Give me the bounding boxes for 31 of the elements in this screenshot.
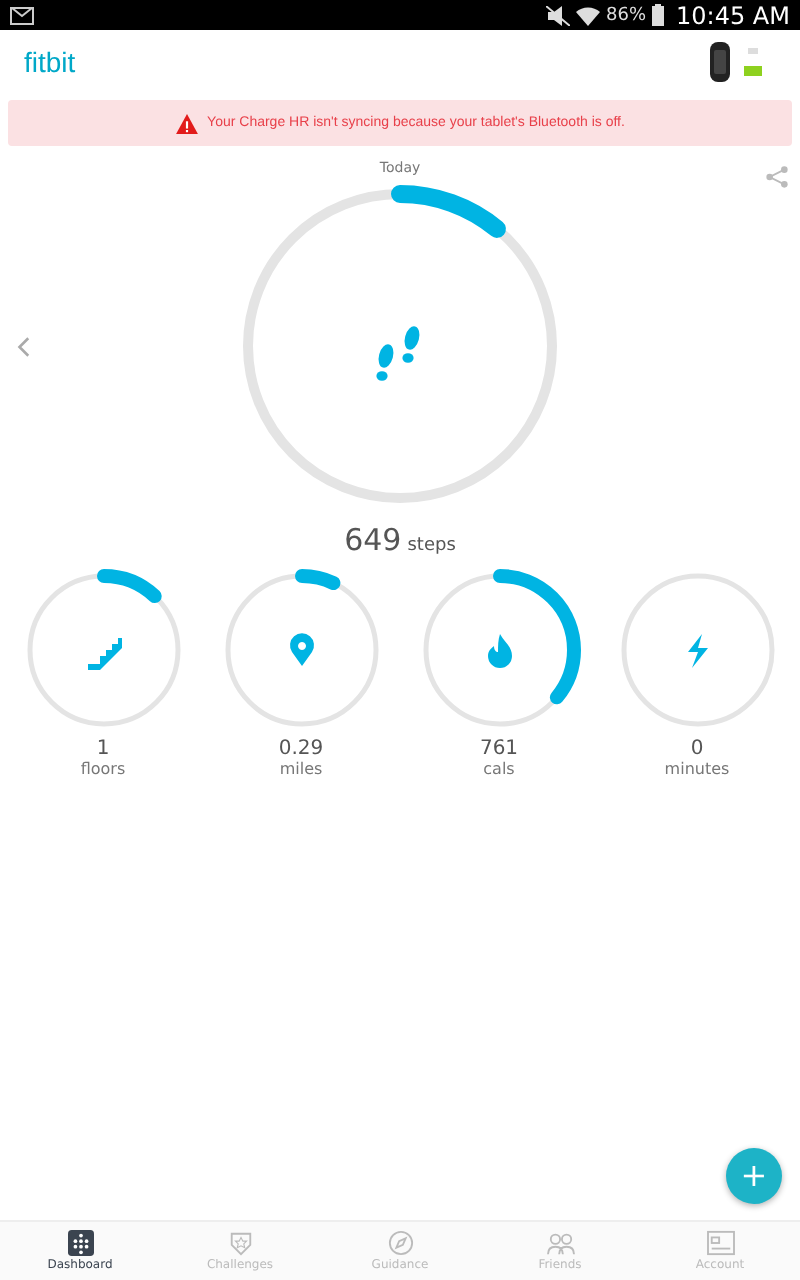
stat-unit: floors: [80, 760, 126, 778]
stat-value: 1: [96, 738, 110, 760]
mute-icon: [546, 5, 571, 25]
steps-unit: steps: [407, 536, 456, 556]
compass-icon: [387, 1230, 413, 1256]
people-icon: [545, 1230, 575, 1256]
tracker-icon[interactable]: [704, 38, 764, 86]
stat-value: 0: [690, 738, 704, 760]
id-card-icon: [705, 1230, 735, 1256]
lightning-icon: [687, 634, 707, 668]
steps-count: 649: [344, 522, 402, 558]
star-badge-icon: [227, 1230, 253, 1256]
stat-value: 0.29: [278, 738, 324, 760]
stat-value: 761: [479, 738, 519, 760]
share-icon[interactable]: [766, 166, 788, 188]
warning-icon: [175, 113, 198, 133]
add-button[interactable]: +: [726, 1148, 782, 1204]
battery-icon: [652, 4, 665, 26]
notification-icon: [10, 5, 34, 25]
grid-icon: [67, 1230, 93, 1256]
stat-unit: miles: [279, 760, 323, 778]
footprints-icon: [376, 326, 420, 381]
flame-icon: [487, 634, 511, 668]
stairs-icon: [87, 638, 121, 670]
wifi-icon: [576, 5, 601, 25]
stat-unit: cals: [483, 760, 515, 778]
location-pin-icon: [289, 633, 313, 666]
stat-unit: minutes: [664, 760, 730, 778]
battery-percent: 86%: [606, 5, 647, 25]
fitbit-logo: fitbit: [24, 46, 76, 78]
clock: 10:45 AM: [676, 1, 790, 29]
